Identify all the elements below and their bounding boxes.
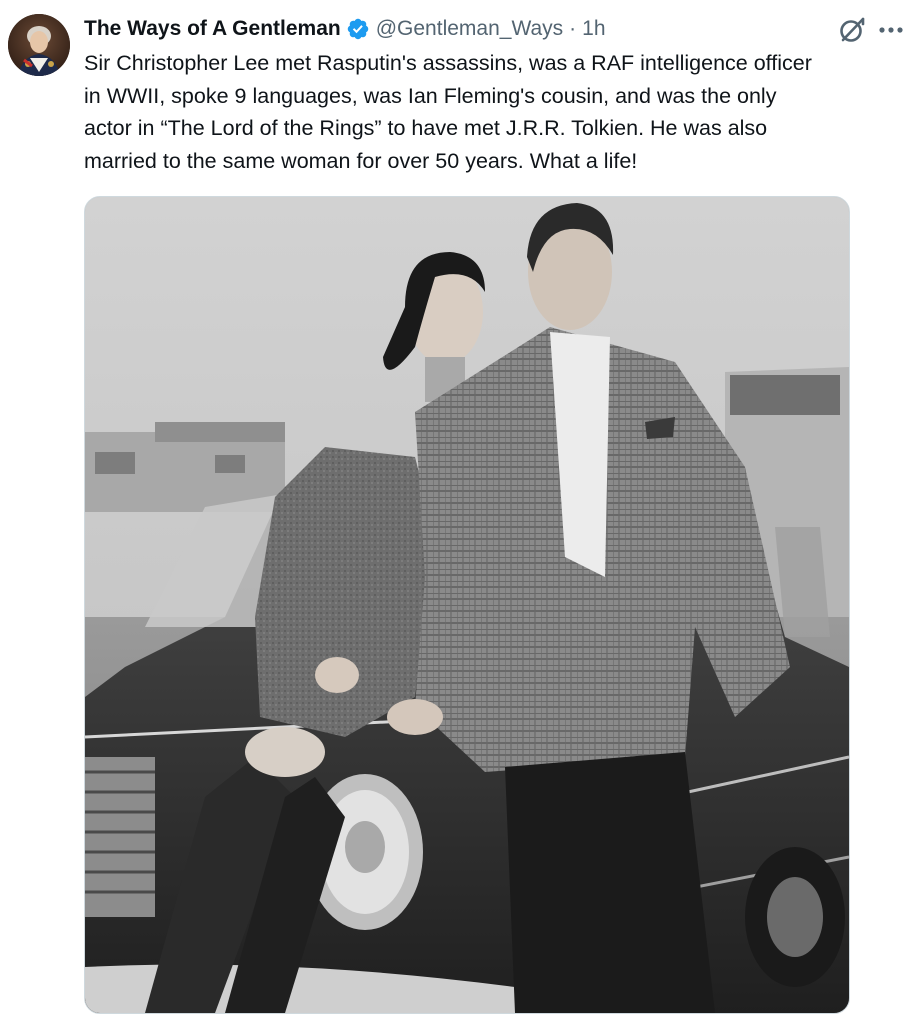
author-avatar[interactable] (8, 14, 70, 76)
header-separator: · (569, 17, 577, 40)
tweet[interactable]: The Ways of A Gentleman @Gentleman_Ways … (0, 0, 917, 1024)
verified-badge-icon (347, 18, 368, 40)
tweet-photo[interactable] (84, 196, 850, 1014)
more-options-icon[interactable] (874, 18, 908, 42)
tweet-timestamp[interactable]: 1h (582, 17, 605, 41)
author-display-name[interactable]: The Ways of A Gentleman (84, 17, 341, 41)
portrait-avatar-icon (8, 14, 70, 76)
tweet-header: The Ways of A Gentleman @Gentleman_Ways … (84, 12, 606, 46)
grok-icon[interactable] (836, 14, 868, 46)
black-and-white-photo (85, 197, 849, 1013)
author-handle[interactable]: @Gentleman_Ways (376, 17, 563, 41)
tweet-text: Sir Christopher Lee met Rasputin's assas… (84, 51, 812, 173)
